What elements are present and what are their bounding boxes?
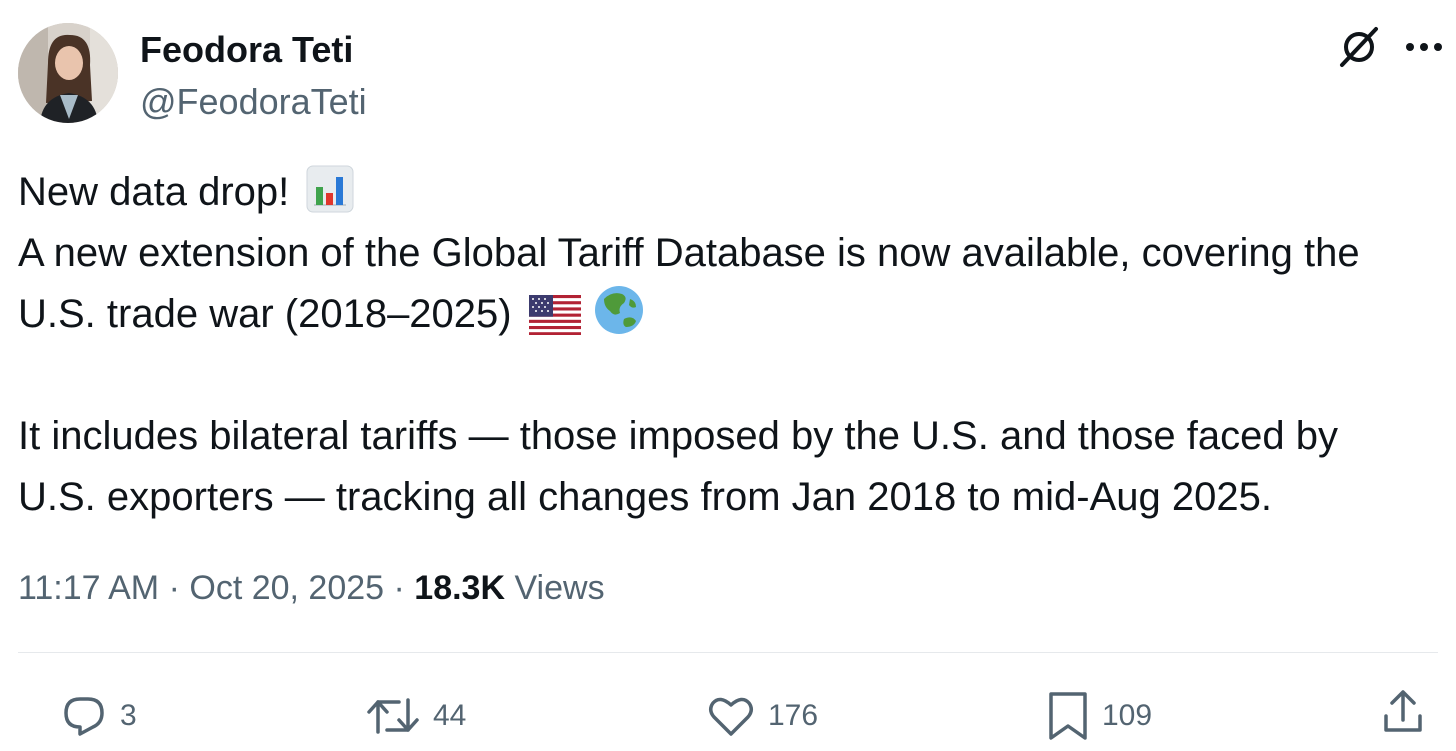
- views-count: 18.3K: [414, 569, 506, 607]
- reply-button[interactable]: 3: [60, 686, 137, 746]
- share-button[interactable]: [1380, 686, 1426, 736]
- avatar[interactable]: [18, 23, 118, 123]
- bookmark-count: 109: [1102, 699, 1153, 732]
- action-bar: 3 44 176 109: [0, 686, 1456, 746]
- post-meta: 11:17 AM · Oct 20, 2025 · 18.3K Views: [18, 566, 605, 610]
- share-icon: [1384, 690, 1422, 732]
- meta-separator: ·: [393, 569, 405, 607]
- like-button[interactable]: 176: [706, 686, 818, 746]
- repost-count: 44: [433, 699, 467, 732]
- us-flag-emoji-icon: [528, 292, 581, 353]
- heart-icon: [709, 697, 753, 736]
- views-label: Views: [514, 569, 605, 607]
- divider: [18, 652, 1438, 653]
- post-time[interactable]: 11:17 AM: [18, 569, 159, 607]
- post-line: A new extension of the Global Tariff Dat…: [18, 231, 1360, 275]
- more-dots-icon[interactable]: [1404, 41, 1444, 53]
- bookmark-icon: [1049, 692, 1087, 740]
- reply-icon: [64, 697, 104, 736]
- bar-chart-emoji-icon: [306, 165, 354, 231]
- post-line: U.S. exporters — tracking all changes fr…: [18, 475, 1272, 519]
- post-line: It includes bilateral tariffs — those im…: [18, 414, 1338, 458]
- author-name[interactable]: Feodora Teti: [140, 28, 353, 72]
- author-handle[interactable]: @FeodoraTeti: [140, 80, 367, 124]
- repost-button[interactable]: 44: [365, 686, 466, 746]
- bookmark-button[interactable]: 109: [1046, 686, 1152, 746]
- avatar-image: [18, 23, 118, 123]
- post-line: U.S. trade war (2018–2025): [18, 284, 1448, 345]
- meta-separator: ·: [168, 569, 180, 607]
- repost-icon: [367, 698, 419, 734]
- globe-asia-australia-emoji-icon: [594, 285, 644, 353]
- reply-count: 3: [120, 699, 137, 732]
- like-count: 176: [768, 699, 819, 732]
- grok-slash-icon[interactable]: [1336, 24, 1382, 70]
- post-text: U.S. trade war (2018–2025): [18, 292, 512, 336]
- post-line: New data drop!: [18, 162, 1448, 223]
- post-date[interactable]: Oct 20, 2025: [189, 569, 384, 607]
- post-text: New data drop!: [18, 170, 290, 214]
- post-body: New data drop! A new extension of the Gl…: [18, 162, 1448, 528]
